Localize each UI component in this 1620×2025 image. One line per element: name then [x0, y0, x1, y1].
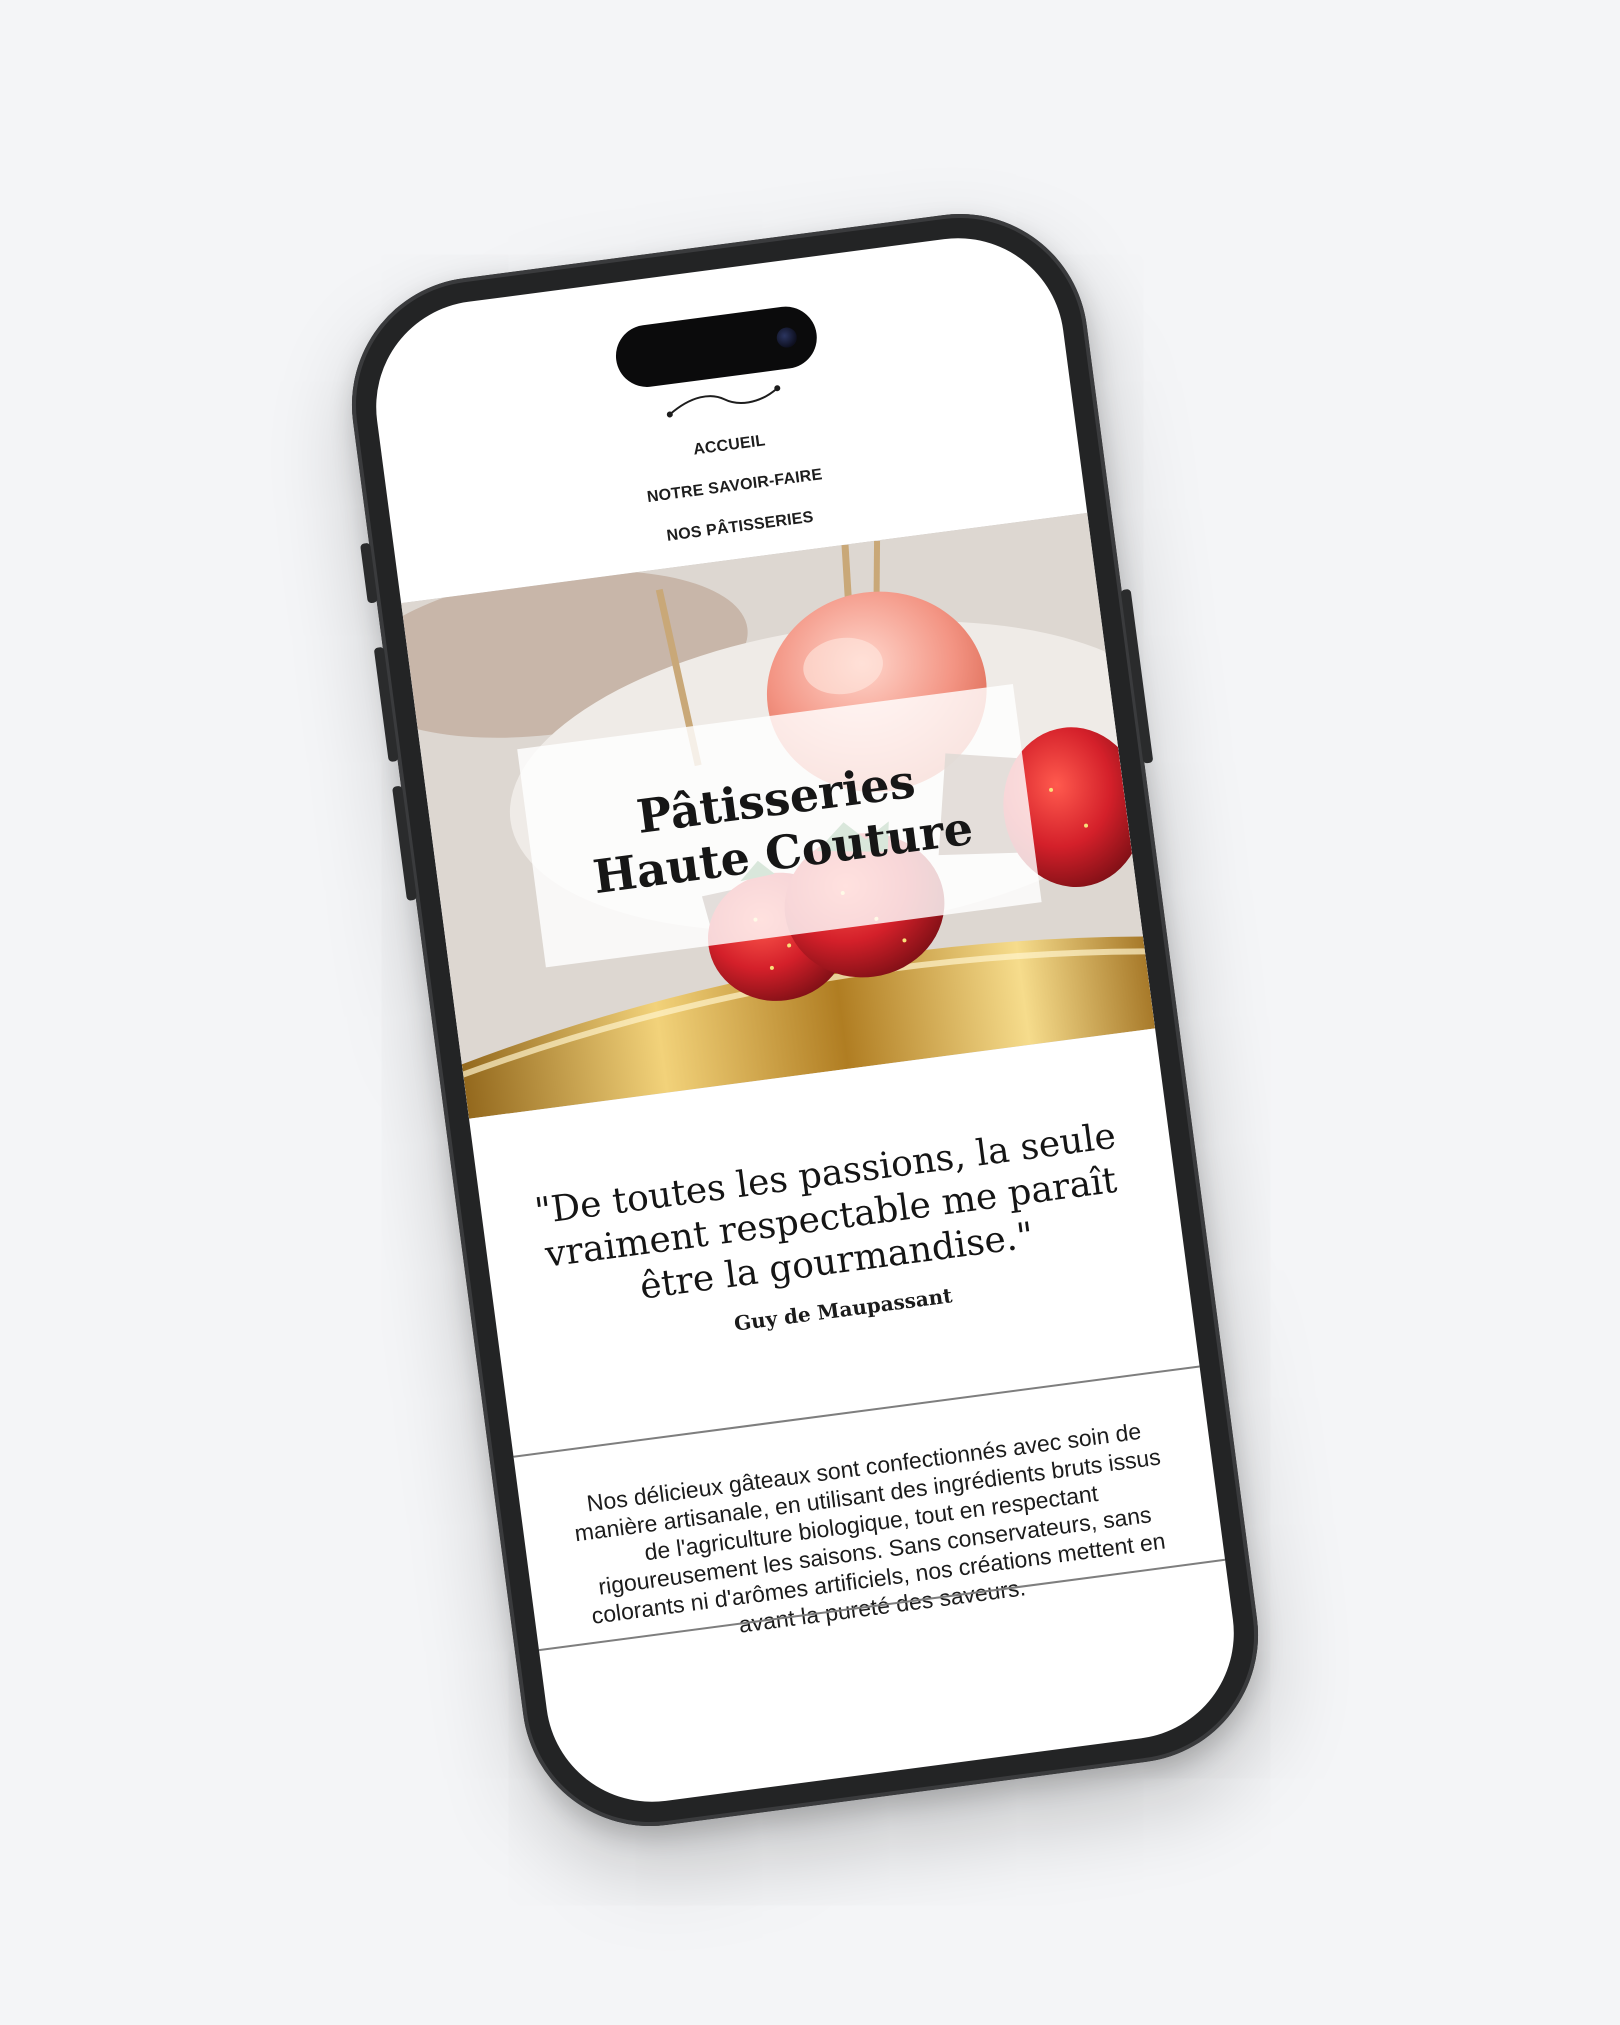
phone-screen: ACCUEIL NOTRE SAVOIR-FAIRE NOS PÂTISSERI…	[363, 225, 1247, 1815]
power-button	[1120, 588, 1154, 764]
front-camera-icon	[775, 326, 798, 349]
logo-icon[interactable]	[661, 379, 786, 423]
hero-banner: Pâtisseries Haute Couture	[401, 512, 1156, 1119]
phone-frame: ACCUEIL NOTRE SAVOIR-FAIRE NOS PÂTISSERI…	[336, 198, 1274, 1842]
quote-text: "De toutes les passions, la seule vraime…	[532, 1115, 1120, 1308]
volume-down-button	[392, 785, 417, 901]
volume-up-button	[373, 646, 399, 763]
mockup-scene: ACCUEIL NOTRE SAVOIR-FAIRE NOS PÂTISSERI…	[0, 0, 1620, 2025]
intro-paragraph: Nos délicieux gâteaux sont confectionnés…	[573, 1417, 1167, 1638]
quote-section: "De toutes les passions, la seule vraime…	[479, 1108, 1187, 1367]
action-button	[360, 542, 378, 604]
hero-title: Pâtisseries Haute Couture	[583, 747, 976, 904]
